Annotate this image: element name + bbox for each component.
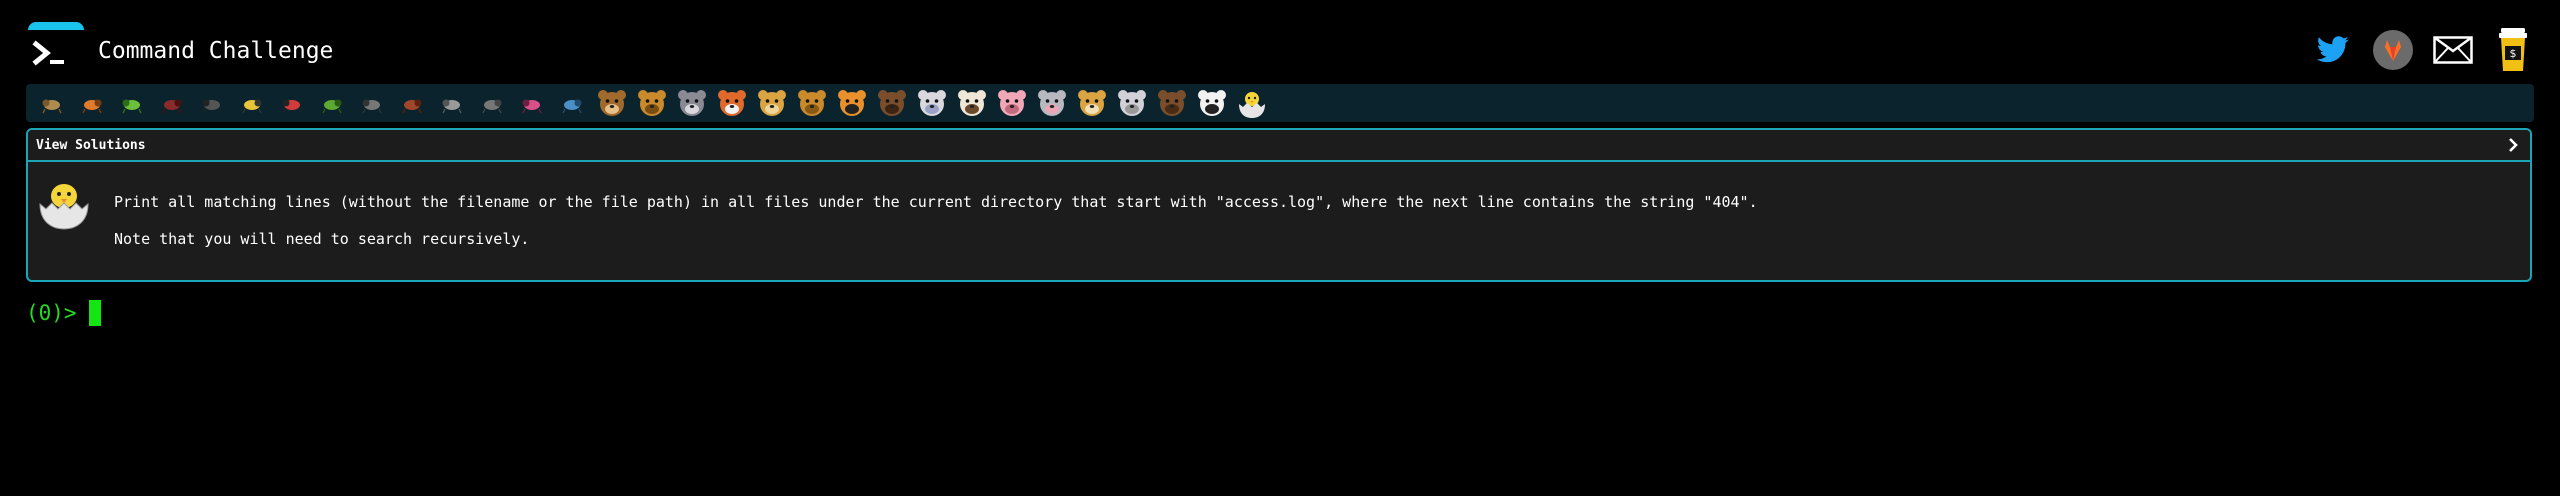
- mouse-icon[interactable]: [1032, 86, 1072, 120]
- ant-icon[interactable]: [152, 86, 192, 120]
- terminal-cursor[interactable]: [88, 300, 101, 326]
- svg-text:$: $: [2510, 47, 2517, 60]
- mosquito-icon[interactable]: [352, 86, 392, 120]
- wolf-icon[interactable]: [672, 86, 712, 120]
- snake-icon[interactable]: [512, 86, 552, 120]
- gitlab-icon[interactable]: [2370, 27, 2416, 73]
- chevron-right-icon[interactable]: [2504, 136, 2522, 154]
- horse-icon[interactable]: [872, 86, 912, 120]
- pig-icon[interactable]: [992, 86, 1032, 120]
- terminal-logo-icon[interactable]: [26, 22, 86, 78]
- snail-icon[interactable]: [32, 86, 72, 120]
- social-links: $: [2296, 22, 2536, 78]
- terminal-prompt[interactable]: (0)>: [26, 300, 101, 326]
- ladybug-icon[interactable]: [272, 86, 312, 120]
- coffee-icon[interactable]: $: [2490, 27, 2536, 73]
- level-selector: [26, 84, 2534, 122]
- bird-icon[interactable]: [432, 86, 472, 120]
- hatching-chick-icon: [36, 176, 92, 234]
- fish-icon[interactable]: [552, 86, 592, 120]
- dog-icon[interactable]: [632, 86, 672, 120]
- bat-icon[interactable]: [472, 86, 512, 120]
- header: Command Challenge $: [26, 22, 2536, 82]
- challenge-panel: View Solutions Print all matching lines …: [26, 128, 2532, 282]
- cow-icon[interactable]: [952, 86, 992, 120]
- scorpion-icon[interactable]: [392, 86, 432, 120]
- hamster-icon[interactable]: [1072, 86, 1112, 120]
- butterfly-icon[interactable]: [72, 86, 112, 120]
- view-solutions-bar[interactable]: View Solutions: [28, 130, 2530, 162]
- prompt-label: (0)>: [26, 301, 77, 325]
- bear-icon[interactable]: [1152, 86, 1192, 120]
- challenge-note: Note that you will need to search recurs…: [114, 230, 530, 248]
- spider-icon[interactable]: [192, 86, 232, 120]
- challenge-description: Print all matching lines (without the fi…: [114, 192, 1758, 266]
- view-solutions-label[interactable]: View Solutions: [36, 138, 146, 153]
- monkey-icon[interactable]: [592, 86, 632, 120]
- cat-icon[interactable]: [752, 86, 792, 120]
- panda-icon[interactable]: [1192, 86, 1232, 120]
- lion-icon[interactable]: [792, 86, 832, 120]
- mail-icon[interactable]: [2430, 27, 2476, 73]
- rabbit-icon[interactable]: [1112, 86, 1152, 120]
- fox-icon[interactable]: [712, 86, 752, 120]
- unicorn-icon[interactable]: [912, 86, 952, 120]
- twitter-icon[interactable]: [2310, 27, 2356, 73]
- caterpillar-icon[interactable]: [112, 86, 152, 120]
- hatching-chick-icon[interactable]: [1232, 86, 1272, 120]
- worm-icon[interactable]: [312, 86, 352, 120]
- challenge-text: Print all matching lines (without the fi…: [114, 193, 1758, 211]
- tiger-icon[interactable]: [832, 86, 872, 120]
- bee-icon[interactable]: [232, 86, 272, 120]
- brand-title[interactable]: Command Challenge: [98, 38, 333, 64]
